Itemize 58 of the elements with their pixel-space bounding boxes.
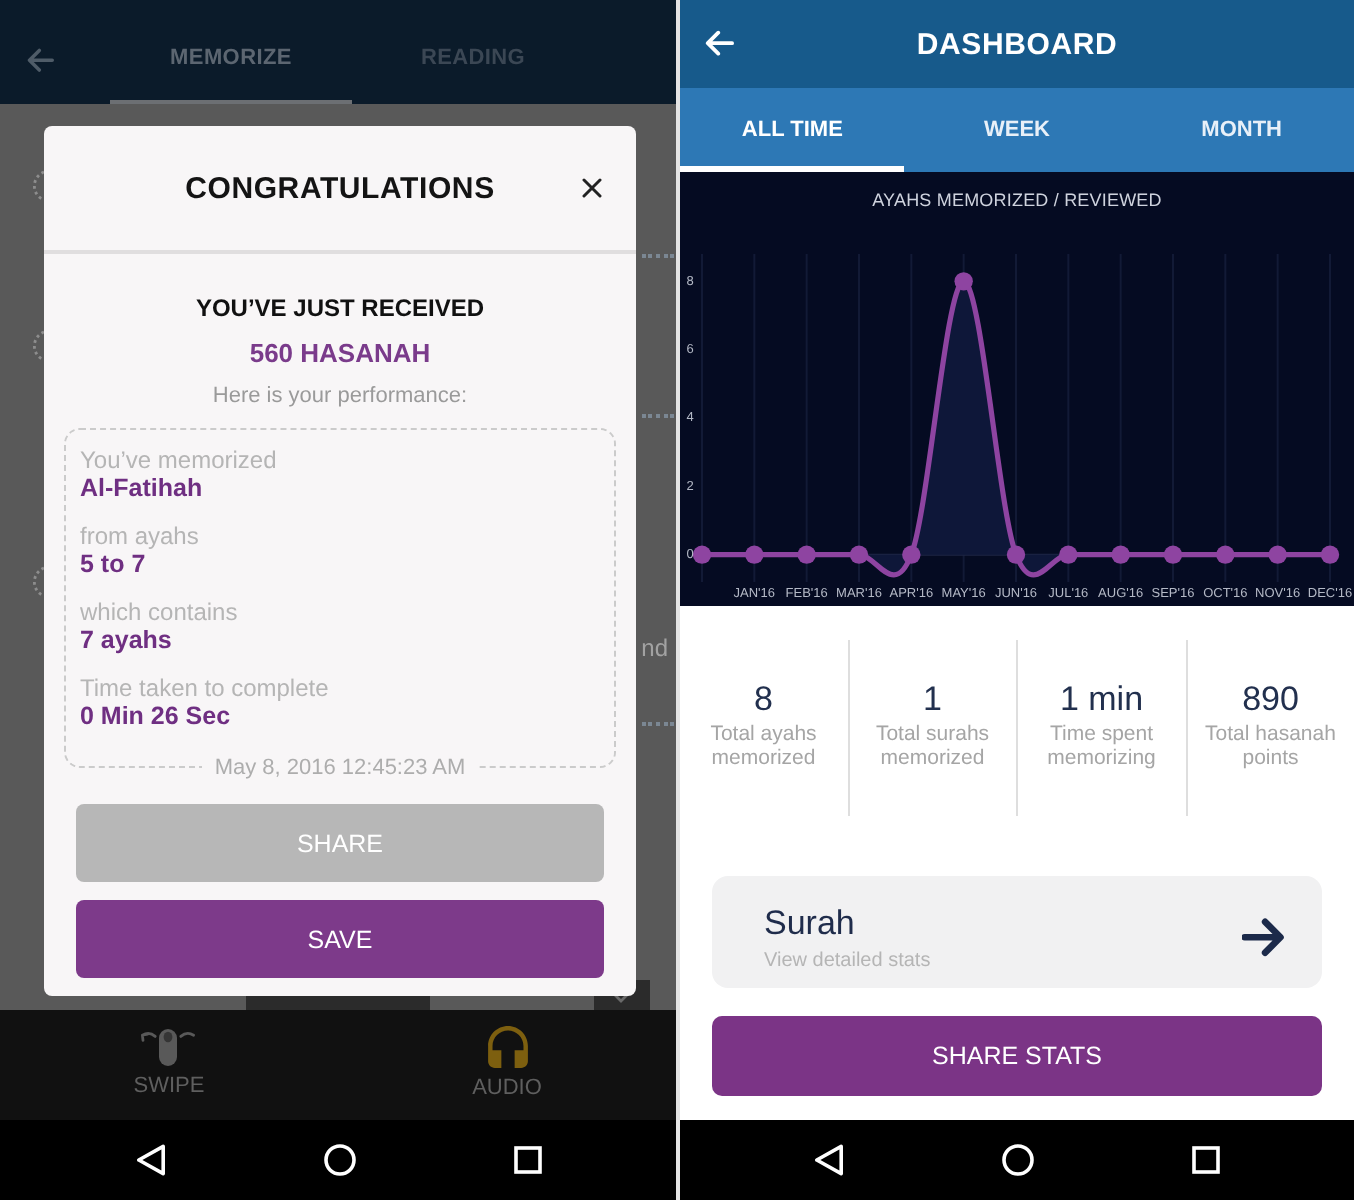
data-point xyxy=(1059,545,1078,564)
data-point xyxy=(692,545,712,564)
dotted-arc-icon xyxy=(30,566,46,598)
stat-label: Time spent memorizing xyxy=(1045,722,1158,770)
dotted-arc-icon xyxy=(30,330,46,362)
detail-label: from ayahs xyxy=(80,522,199,550)
detail-value: 0 Min 26 Sec xyxy=(80,702,231,730)
data-point xyxy=(902,545,921,564)
data-point xyxy=(1216,545,1235,564)
data-point xyxy=(797,545,816,564)
data-point xyxy=(1163,545,1183,564)
detail-label: Time taken to complete xyxy=(80,674,329,702)
dotted-arc-icon xyxy=(30,170,46,202)
detail-label: You’ve memorized xyxy=(80,446,277,474)
stat-label: Total ayahs memorized xyxy=(708,722,819,770)
stat-label: Total surahs memorized xyxy=(873,722,992,770)
reward-heading: YOU’VE JUST RECEIVED xyxy=(195,292,485,324)
data-point xyxy=(1320,545,1340,564)
text-fragment: nd xyxy=(641,634,668,664)
reward-amount: 560 HASANAH xyxy=(249,338,431,370)
tab[interactable]: WEEK xyxy=(904,88,1130,172)
recents-square-icon[interactable] xyxy=(513,1146,541,1174)
arrow-right-icon xyxy=(1242,918,1286,958)
tab[interactable]: MONTH xyxy=(1129,88,1354,172)
share-stats-button[interactable]: SHARE STATS xyxy=(712,1016,1322,1096)
chevron-down-icon xyxy=(611,992,629,1004)
stat-value: 1 min xyxy=(1059,678,1144,722)
detail-value: Al-Fatihah xyxy=(80,474,203,502)
back-triangle-icon[interactable] xyxy=(135,1144,165,1176)
stat-value: 1 xyxy=(923,678,942,722)
stat-label: Total hasanah points xyxy=(1203,722,1338,770)
data-point xyxy=(1111,545,1130,564)
stat-value: 890 xyxy=(1242,678,1299,722)
data-point xyxy=(849,545,869,564)
back-triangle-icon[interactable] xyxy=(814,1144,844,1176)
nav-item[interactable]: SWIPE xyxy=(133,1026,205,1100)
dialog-title: CONGRATULATIONS xyxy=(185,171,495,205)
home-circle-icon[interactable] xyxy=(323,1144,355,1176)
detail-value: 7 ayahs xyxy=(80,626,172,654)
detail-value: 5 to 7 xyxy=(80,550,146,578)
intro-text: Here is your performance: xyxy=(212,382,468,410)
card-title: Surah xyxy=(764,903,855,943)
card-subtitle: View detailed stats xyxy=(764,947,931,973)
chart-title: AYAHS MEMORIZED / REVIEWED xyxy=(872,190,1162,210)
recents-square-icon[interactable] xyxy=(1192,1146,1220,1174)
screen-title: DASHBOARD xyxy=(916,27,1118,61)
nav-item[interactable]: AUDIO xyxy=(472,1026,542,1102)
home-circle-icon[interactable] xyxy=(1002,1144,1034,1176)
data-point xyxy=(1006,545,1026,564)
close-icon[interactable] xyxy=(582,178,602,198)
detail-card[interactable]: Surah View detailed stats xyxy=(712,876,1322,988)
detail-label: which contains xyxy=(80,598,238,626)
data-point xyxy=(1268,545,1287,564)
save-button[interactable]: SAVE xyxy=(76,900,604,978)
data-point xyxy=(954,272,973,291)
timestamp: May 8, 2016 12:45:23 AM xyxy=(202,754,478,782)
stat-value: 8 xyxy=(754,678,773,722)
data-point xyxy=(745,545,764,564)
